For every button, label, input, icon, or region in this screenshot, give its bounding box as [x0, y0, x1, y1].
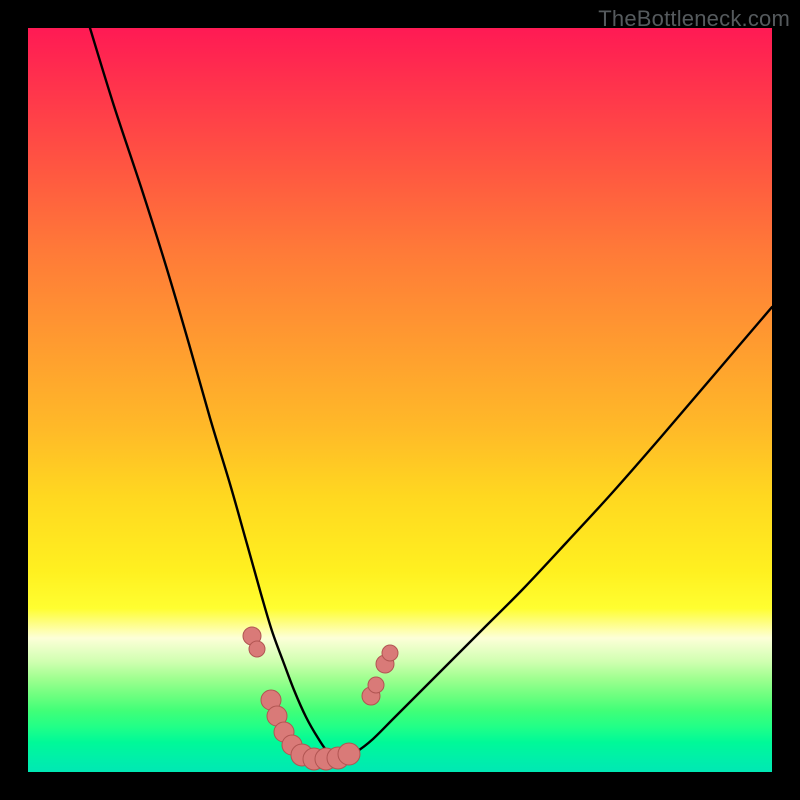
curve-marker	[382, 645, 398, 661]
curve-markers-group	[243, 627, 398, 770]
bottleneck-curve-svg	[28, 28, 772, 772]
curve-marker	[368, 677, 384, 693]
chart-plot-area	[28, 28, 772, 772]
curve-marker	[338, 743, 360, 765]
curve-marker	[249, 641, 265, 657]
bottleneck-curve-path	[90, 28, 772, 758]
